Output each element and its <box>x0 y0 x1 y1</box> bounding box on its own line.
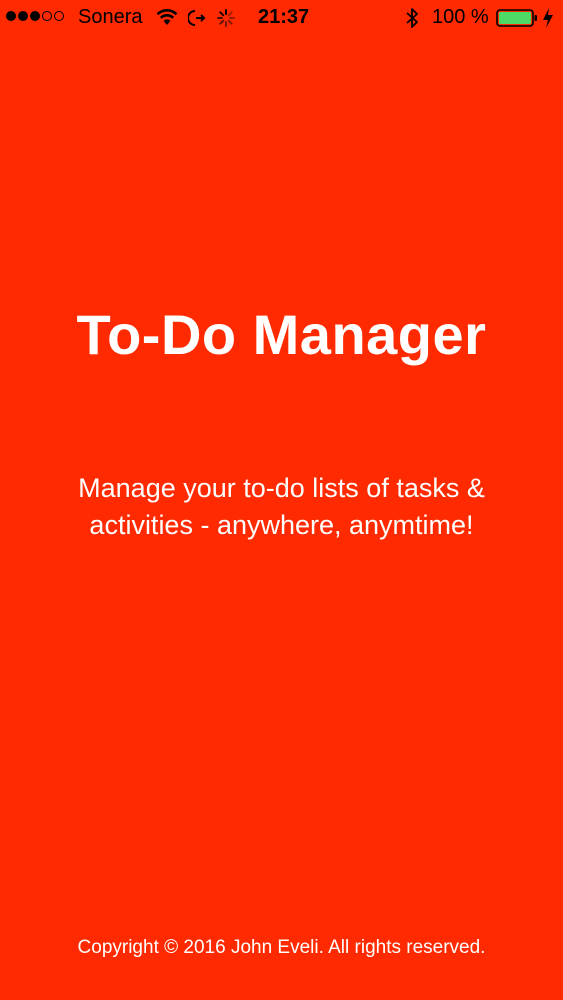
signal-dot <box>6 11 16 21</box>
battery-icon <box>496 9 538 33</box>
signal-dot <box>18 11 28 21</box>
copyright-notice: Copyright © 2016 John Eveli. All rights … <box>77 937 486 958</box>
battery-percentage: 100 % <box>432 6 489 28</box>
bluetooth-icon <box>405 7 419 35</box>
call-forward-icon <box>187 8 208 34</box>
status-time: 21:37 <box>258 6 310 28</box>
signal-dot <box>42 11 52 21</box>
carrier-name: Sonera <box>78 6 143 28</box>
signal-dot <box>54 11 64 21</box>
loading-spinner-icon <box>216 8 236 34</box>
app-tagline: Manage your to-do lists of tasks & activ… <box>78 473 485 540</box>
signal-dot <box>30 11 40 21</box>
charging-bolt-icon <box>542 7 554 35</box>
wifi-icon <box>156 8 178 32</box>
status-bar: Sonera 21:37 100 % <box>0 0 563 36</box>
signal-strength-icon <box>6 11 64 21</box>
app-title: To-Do Manager <box>76 303 487 366</box>
